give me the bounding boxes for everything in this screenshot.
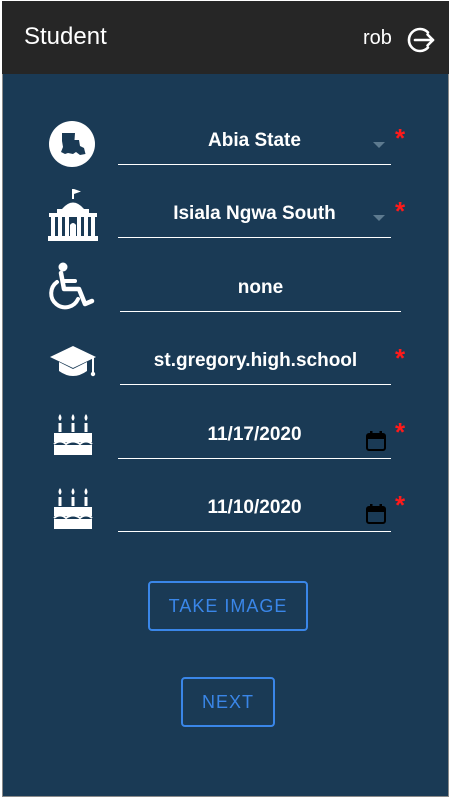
state-value: Abia State [208, 130, 301, 151]
required-asterisk: * [395, 123, 406, 153]
school-value: st.gregory.high.school [153, 350, 358, 371]
date-value-1: 11/17/2020 [207, 424, 302, 445]
chevron-down-icon [373, 215, 385, 221]
required-asterisk: * [395, 196, 406, 226]
take-image-button[interactable]: TAKE IMAGE [148, 581, 308, 631]
lga-select[interactable]: Isiala Ngwa South [118, 197, 391, 238]
date-field-2[interactable]: 11/10/2020 [118, 491, 391, 532]
disability-value: none [237, 277, 284, 298]
date-value-2: 11/10/2020 [207, 497, 302, 518]
required-asterisk: * [395, 343, 406, 373]
birthday-cake-icon [53, 488, 93, 529]
username-label: rob [363, 27, 392, 49]
calendar-icon[interactable] [366, 431, 386, 451]
birthday-cake-icon [53, 414, 93, 455]
required-asterisk: * [395, 417, 406, 447]
map-state-icon [49, 121, 95, 167]
graduation-cap-icon [50, 346, 96, 377]
logout-icon[interactable] [406, 25, 436, 55]
calendar-icon[interactable] [366, 504, 386, 524]
government-building-icon [48, 189, 98, 241]
school-field[interactable]: st.gregory.high.school [120, 344, 391, 385]
state-select[interactable]: Abia State [118, 124, 391, 165]
date-field-1[interactable]: 11/17/2020 [118, 418, 391, 459]
required-asterisk: * [395, 490, 406, 520]
chevron-down-icon [373, 142, 385, 148]
lga-value: Isiala Ngwa South [173, 203, 336, 224]
page-title: Student [24, 23, 107, 50]
wheelchair-icon [49, 262, 95, 310]
disability-field[interactable]: none [120, 271, 401, 312]
next-button[interactable]: NEXT [181, 677, 275, 727]
app-header: Student rob [2, 1, 449, 74]
